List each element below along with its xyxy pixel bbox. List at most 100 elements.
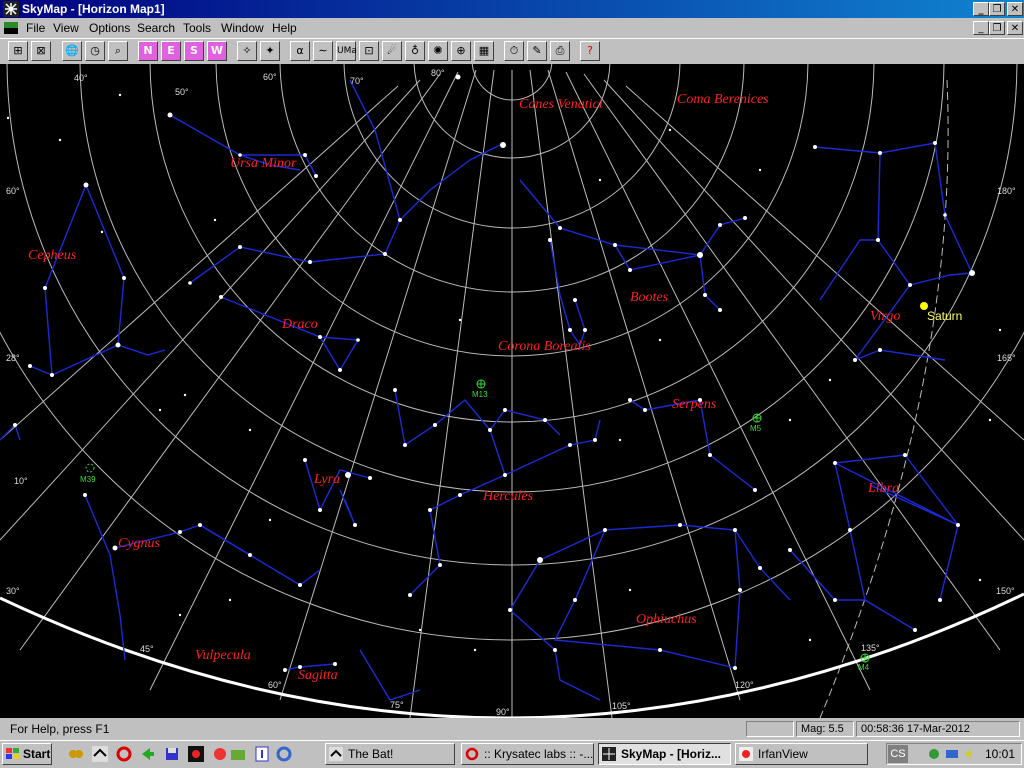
document-icon[interactable] <box>3 20 19 36</box>
grid-label: 60° <box>268 680 282 690</box>
start-button[interactable]: Start <box>2 743 52 765</box>
magnitude-display: Mag: 5.5 <box>796 721 854 737</box>
title-bar: SkyMap - [Horizon Map1] _ ❐ ✕ <box>0 0 1024 18</box>
boundaries-icon[interactable]: ⊡ <box>359 41 379 61</box>
doc-close-button[interactable]: ✕ <box>1007 21 1023 35</box>
skymap-app-icon[interactable] <box>3 1 19 17</box>
menu-file[interactable]: File <box>26 21 45 35</box>
help-icon[interactable]: ? <box>580 41 600 61</box>
find-icon[interactable]: ⌕ <box>108 41 128 61</box>
planet-icon[interactable]: ♁ <box>405 41 425 61</box>
comet-icon[interactable]: ☄ <box>382 41 402 61</box>
start-label: Start <box>23 747 51 761</box>
quicklaunch-ie-icon[interactable] <box>276 746 292 762</box>
stars-icon[interactable]: ✧ <box>237 41 257 61</box>
grid-label: 165° <box>997 353 1016 363</box>
task-opera[interactable]: :: Krysatec labs :: -... <box>461 743 594 765</box>
deep-sky-objects <box>85 379 870 663</box>
planet-label: Saturn <box>927 309 962 323</box>
task-irfanview[interactable]: IrfanView <box>735 743 868 765</box>
galaxy-icon[interactable]: ✺ <box>428 41 448 61</box>
tray-gear-icon[interactable] <box>927 747 941 761</box>
quicklaunch-app-icon[interactable] <box>68 746 84 762</box>
bat-icon <box>329 747 343 761</box>
grid-label: 40° <box>74 73 88 83</box>
menu-search[interactable]: Search <box>137 21 175 35</box>
doc-minimize-button[interactable]: _ <box>973 21 989 35</box>
constellation-abbr-button[interactable]: UMa <box>336 41 357 61</box>
zoom-out-icon[interactable]: ⊠ <box>31 41 51 61</box>
tray-volume-icon[interactable] <box>963 747 977 761</box>
menu-tools[interactable]: Tools <box>183 21 211 35</box>
menu-options[interactable]: Options <box>89 21 130 35</box>
menu-view[interactable]: View <box>53 21 79 35</box>
sky-map[interactable]: Canes Venatici Coma Berenices Ursa Minor… <box>0 64 1024 718</box>
object-label: M4 <box>858 663 870 672</box>
quicklaunch-paint-icon[interactable] <box>212 746 228 762</box>
constellation-name: Cygnus <box>118 536 161 551</box>
status-blank-pane <box>746 721 794 737</box>
taskbar: Start The Bat! :: Krysatec labs :: -... … <box>0 740 1024 768</box>
grid-label: 45° <box>140 644 154 654</box>
sky-map-canvas[interactable]: Canes Venatici Coma Berenices Ursa Minor… <box>0 64 1024 718</box>
quicklaunch-folder-icon[interactable] <box>230 746 246 762</box>
grid-label: 30° <box>6 586 20 596</box>
grid-label: 80° <box>431 68 445 78</box>
clock: 10:01 <box>984 747 1015 761</box>
grid-label: 90° <box>496 707 510 717</box>
quicklaunch-bat-icon[interactable] <box>92 746 108 762</box>
grid-label: 60° <box>6 186 20 196</box>
help-hint: For Help, press F1 <box>10 722 110 736</box>
task-skymap[interactable]: SkyMap - [Horiz... <box>598 743 731 765</box>
quicklaunch-disk-icon[interactable] <box>164 746 180 762</box>
quicklaunch-opera-icon[interactable] <box>116 746 132 762</box>
menu-bar: File View Options Search Tools Window He… <box>0 18 1024 38</box>
zoom-in-icon[interactable]: ⊞ <box>8 41 28 61</box>
constellation-names: Canes Venatici Coma Berenices Ursa Minor… <box>28 92 900 683</box>
milky-way-icon[interactable]: ∼ <box>313 41 333 61</box>
constellation-name: Draco <box>281 317 318 332</box>
grid-label: 150° <box>996 586 1015 596</box>
menu-help[interactable]: Help <box>272 21 297 35</box>
grid-label: 50° <box>175 87 189 97</box>
grid-label: 135° <box>861 643 880 653</box>
object-label: M39 <box>80 475 96 484</box>
restore-button[interactable]: ❐ <box>989 2 1005 16</box>
irfanview-icon <box>739 747 753 761</box>
south-button[interactable]: S <box>184 41 204 61</box>
bright-stars-icon[interactable]: ✦ <box>260 41 280 61</box>
task-label: The Bat! <box>348 747 394 761</box>
close-button[interactable]: ✕ <box>1007 2 1023 16</box>
window-title: SkyMap - [Horizon Map1] <box>22 2 165 16</box>
north-button[interactable]: N <box>138 41 158 61</box>
minimize-button[interactable]: _ <box>973 2 989 16</box>
task-label: SkyMap - [Horiz... <box>621 747 722 761</box>
stopwatch-icon[interactable]: ⏱ <box>504 41 524 61</box>
opera-icon <box>465 747 479 761</box>
tray-network-icon[interactable] <box>945 747 959 761</box>
east-button[interactable]: E <box>161 41 181 61</box>
grid-label: 120° <box>735 680 754 690</box>
language-indicator[interactable]: CS <box>888 745 908 763</box>
datetime-display: 00:58:36 17-Mar-2012 <box>856 721 1020 737</box>
clock-icon[interactable]: ◷ <box>85 41 105 61</box>
pen-icon[interactable]: ✎ <box>527 41 547 61</box>
grid-lines <box>0 64 1024 718</box>
quicklaunch-skymap-icon[interactable] <box>188 746 204 762</box>
skymap-icon <box>602 747 616 761</box>
task-the-bat[interactable]: The Bat! <box>325 743 455 765</box>
constellation-name: Canes Venatici <box>519 97 603 112</box>
quicklaunch-arrow-icon[interactable] <box>140 746 156 762</box>
constellation-name: Ophiuchus <box>636 612 697 627</box>
west-button[interactable]: W <box>207 41 227 61</box>
quicklaunch-info-icon[interactable] <box>254 746 270 762</box>
constellation-name: Cepheus <box>28 248 77 263</box>
greek-label-button[interactable]: α <box>290 41 310 61</box>
grid-globe-icon[interactable]: ⊕ <box>451 41 471 61</box>
globe-icon[interactable]: 🌐 <box>62 41 82 61</box>
menu-window[interactable]: Window <box>221 21 264 35</box>
doc-restore-button[interactable]: ❐ <box>989 21 1005 35</box>
constellation-name: Libra <box>867 481 899 496</box>
grid-icon[interactable]: ▦ <box>474 41 494 61</box>
print-icon[interactable]: ⎙ <box>550 41 570 61</box>
